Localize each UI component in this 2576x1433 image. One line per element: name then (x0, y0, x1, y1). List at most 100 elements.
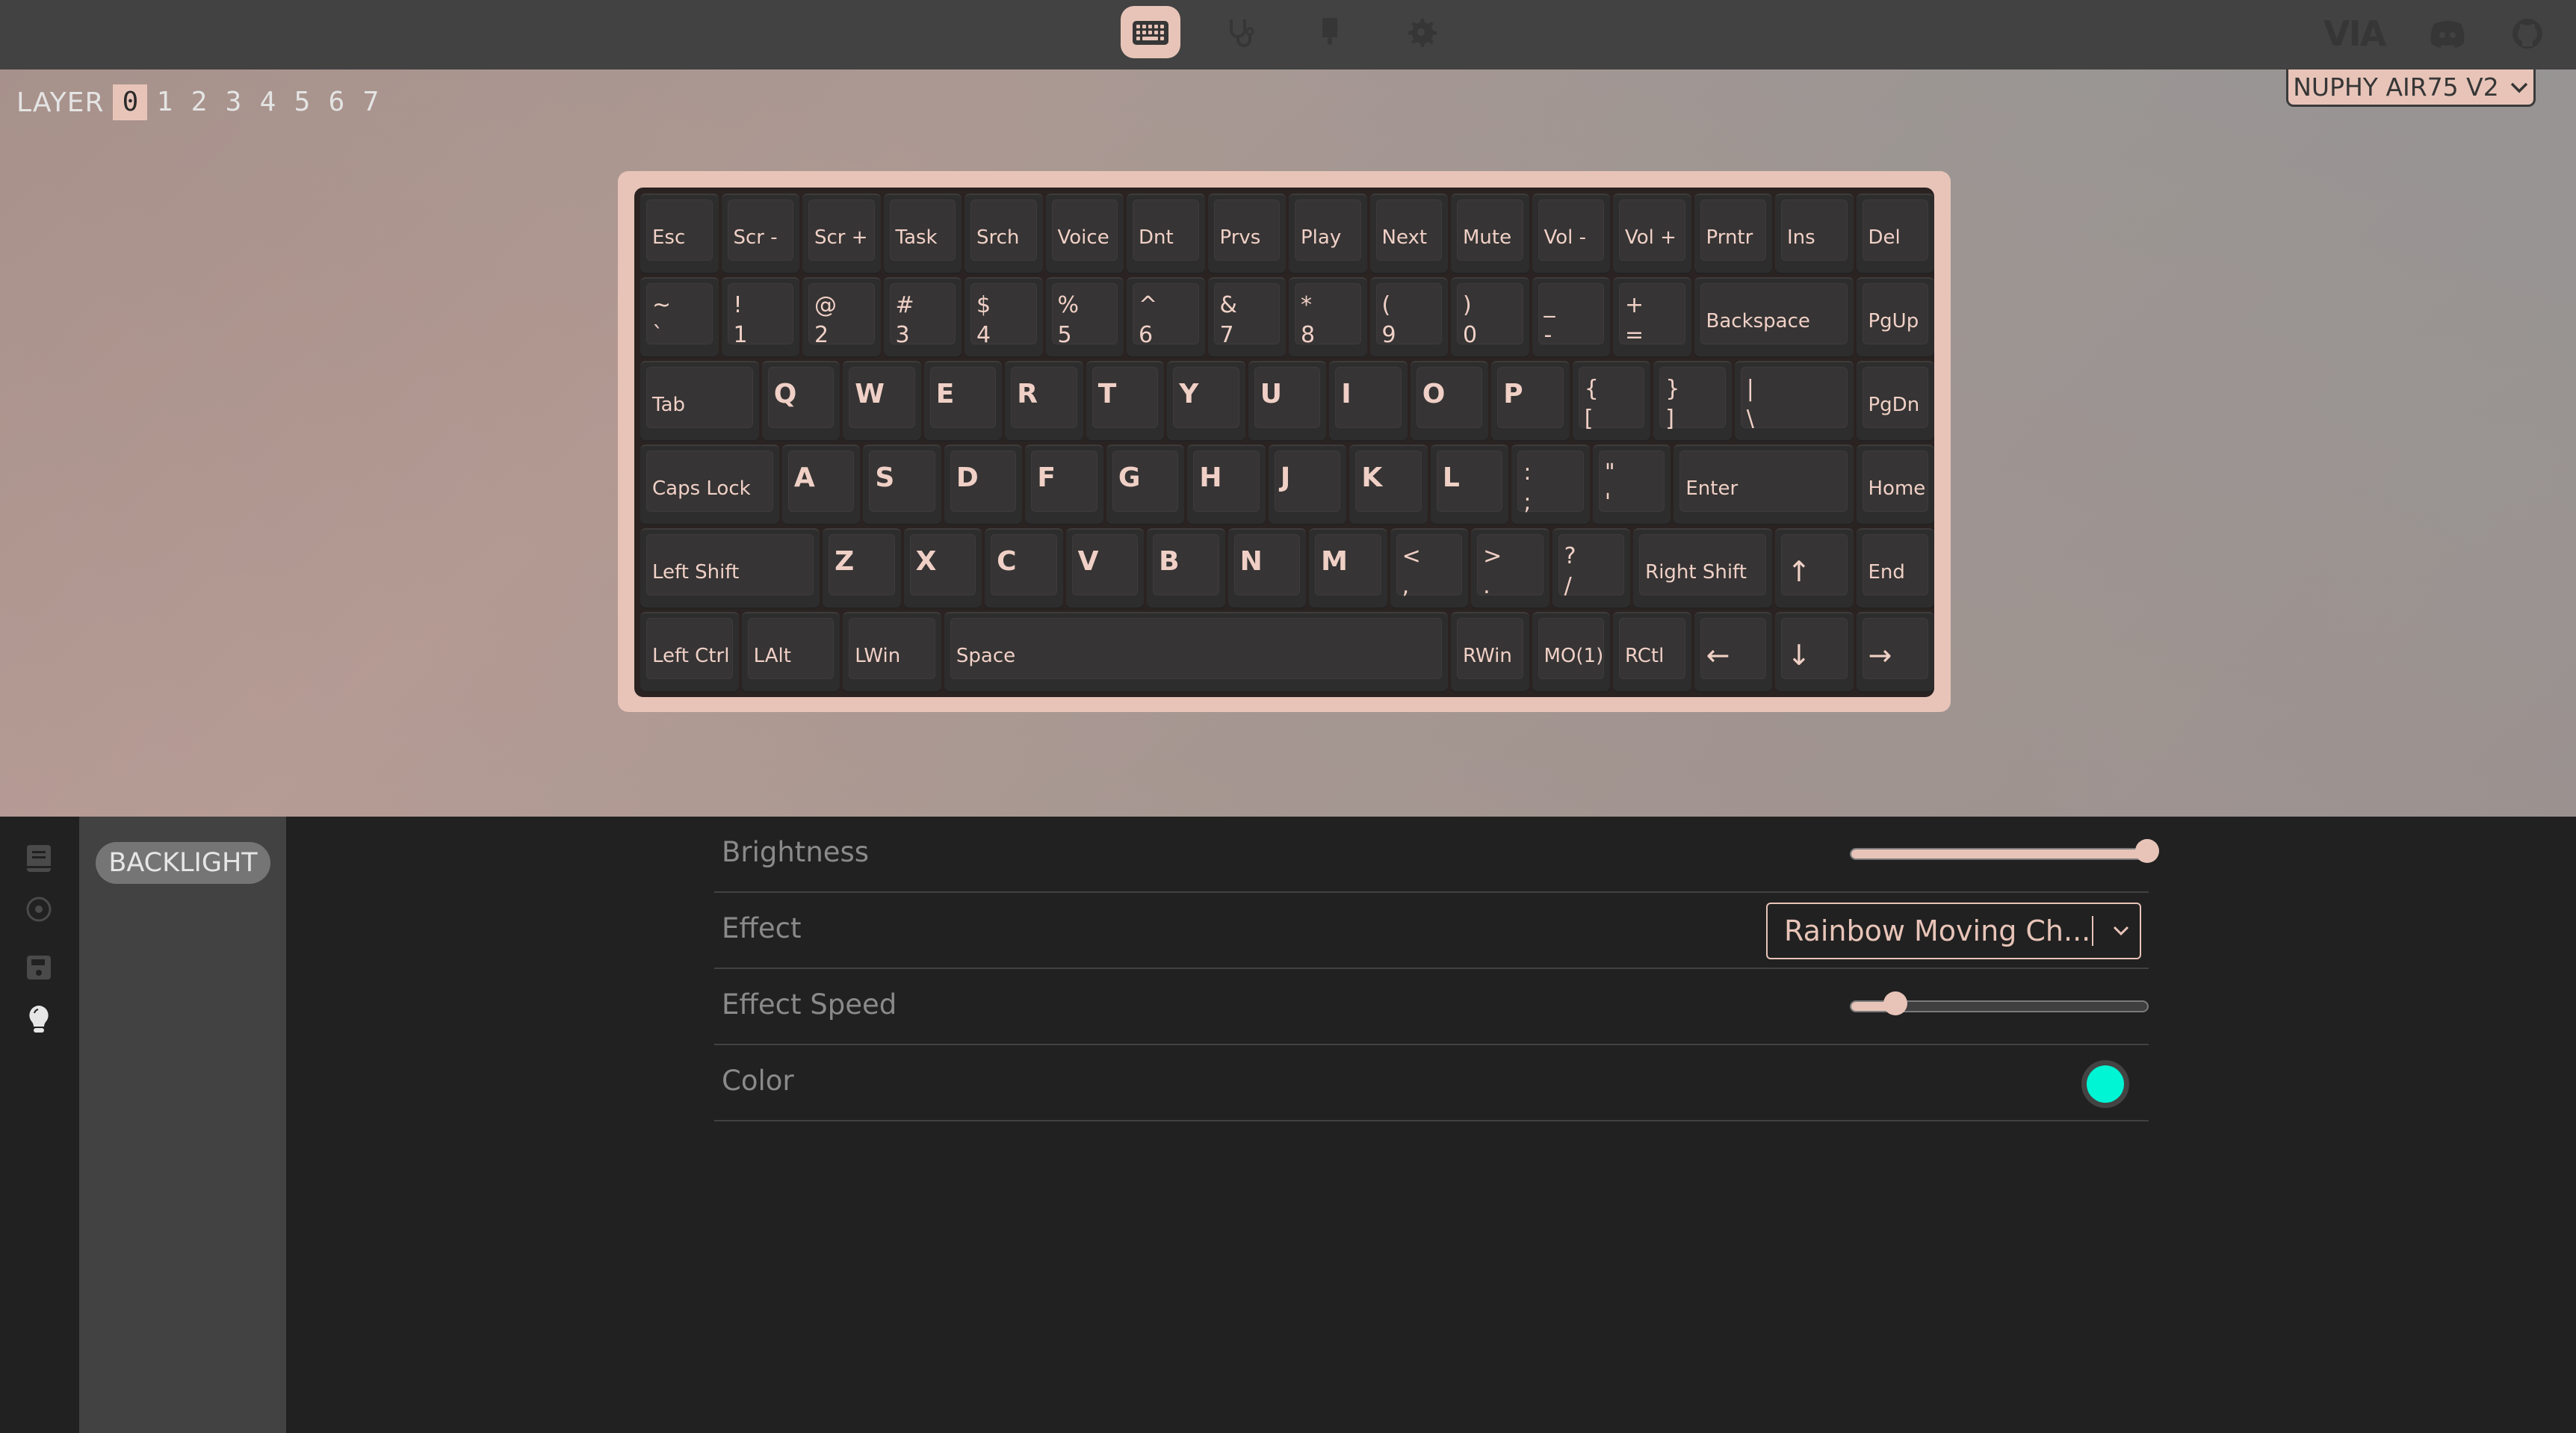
key-sym[interactable]: ~ ` (640, 277, 719, 358)
layer-0-button[interactable]: 0 (113, 84, 148, 120)
key-3[interactable]: #3 (883, 277, 962, 358)
layer-7-button[interactable]: 7 (353, 84, 388, 120)
key-prvs[interactable]: Prvs (1207, 194, 1286, 274)
key-left-ctrl[interactable]: Left Ctrl (640, 612, 739, 693)
effect-speed-slider[interactable] (1850, 991, 2149, 1015)
key-p[interactable]: P (1491, 361, 1570, 442)
key-enter[interactable]: Enter (1674, 445, 1854, 525)
nav-settings-button[interactable] (1390, 6, 1449, 58)
key-sym[interactable]: ← (1694, 612, 1772, 693)
key-voice[interactable]: Voice (1045, 194, 1124, 274)
key-sym[interactable]: ? / (1552, 528, 1631, 609)
key-s[interactable]: S (863, 445, 941, 525)
key-n[interactable]: N (1227, 528, 1307, 609)
key-vol[interactable]: Vol + (1613, 194, 1691, 274)
key-w[interactable]: W (843, 361, 921, 442)
github-icon[interactable] (2510, 16, 2545, 51)
key-sym[interactable]: | \ (1734, 361, 1854, 442)
key-rctl[interactable]: RCtl (1613, 612, 1691, 693)
key-h[interactable]: H (1187, 445, 1266, 525)
menu-item-backlight[interactable]: BACKLIGHT (96, 842, 270, 884)
key-vol[interactable]: Vol - (1532, 194, 1610, 274)
key-dnt[interactable]: Dnt (1127, 194, 1205, 274)
key-y[interactable]: Y (1167, 361, 1245, 442)
key-5[interactable]: % 5 (1045, 277, 1124, 358)
book-icon[interactable] (24, 844, 54, 873)
key-o[interactable]: O (1410, 361, 1489, 442)
key-i[interactable]: I (1329, 361, 1408, 442)
key-sym[interactable]: >. (1471, 528, 1549, 609)
key-backspace[interactable]: Backspace (1694, 277, 1854, 358)
key-tab[interactable]: Tab (640, 361, 759, 442)
key-e[interactable]: E (923, 361, 1003, 442)
brightness-slider-thumb[interactable] (2135, 839, 2159, 863)
key-pgup[interactable]: PgUp (1856, 277, 1934, 358)
layer-2-button[interactable]: 2 (182, 84, 216, 120)
key-rwin[interactable]: RWin (1451, 612, 1529, 693)
key-z[interactable]: Z (823, 528, 901, 609)
key-q[interactable]: Q (761, 361, 840, 442)
key-7[interactable]: & 7 (1207, 277, 1286, 358)
key-g[interactable]: G (1106, 445, 1185, 525)
key-sym[interactable]: ↓ (1775, 612, 1854, 693)
brightness-slider[interactable] (1850, 839, 2159, 863)
key-9[interactable]: (9 (1369, 277, 1448, 358)
key-del[interactable]: Del (1856, 194, 1934, 274)
key-space[interactable]: Space (944, 612, 1448, 693)
effect-speed-slider-thumb[interactable] (1883, 991, 1908, 1015)
key-sym[interactable]: _ - (1532, 277, 1610, 358)
key-r[interactable]: R (1005, 361, 1083, 442)
key-sym[interactable]: → (1856, 612, 1934, 693)
key-left-shift[interactable]: Left Shift (640, 528, 820, 609)
effect-select[interactable]: Rainbow Moving Ch... (1766, 903, 2141, 959)
key-srch[interactable]: Srch (965, 194, 1043, 274)
nav-test-button[interactable] (1210, 6, 1270, 58)
key-lalt[interactable]: LAlt (741, 612, 840, 693)
key-caps-lock[interactable]: Caps Lock (640, 445, 779, 525)
layer-5-button[interactable]: 5 (285, 84, 319, 120)
key-2[interactable]: @2 (802, 277, 881, 358)
key-j[interactable]: J (1268, 445, 1347, 525)
lightbulb-icon[interactable] (24, 1005, 54, 1035)
keyboard-selector[interactable]: NUPHY AIR75 V2 (2286, 69, 2536, 107)
key-k[interactable]: K (1349, 445, 1428, 525)
nav-configure-button[interactable] (1121, 6, 1180, 58)
color-picker-button[interactable] (2081, 1060, 2129, 1108)
key-sym[interactable]: :; (1511, 445, 1590, 525)
nav-design-button[interactable] (1300, 6, 1360, 58)
key-task[interactable]: Task (883, 194, 962, 274)
key-l[interactable]: L (1430, 445, 1509, 525)
key-t[interactable]: T (1086, 361, 1165, 442)
key-scr[interactable]: Scr - (721, 194, 799, 274)
key-sym[interactable]: ↑ (1775, 528, 1854, 609)
key-lwin[interactable]: LWin (843, 612, 941, 693)
key-sym[interactable]: }] (1653, 361, 1732, 442)
key-pgdn[interactable]: PgDn (1856, 361, 1934, 442)
discord-icon[interactable] (2427, 16, 2468, 51)
key-6[interactable]: ^ 6 (1127, 277, 1205, 358)
key-a[interactable]: A (781, 445, 861, 525)
key-right-shift[interactable]: Right Shift (1633, 528, 1772, 609)
key-esc[interactable]: Esc (640, 194, 719, 274)
chevron-down-icon[interactable] (2102, 925, 2140, 937)
key-play[interactable]: Play (1289, 194, 1367, 274)
key-f[interactable]: F (1025, 445, 1103, 525)
target-icon[interactable] (24, 894, 54, 924)
layer-6-button[interactable]: 6 (319, 84, 353, 120)
key-next[interactable]: Next (1369, 194, 1448, 274)
key-c[interactable]: C (985, 528, 1063, 609)
key-sym[interactable]: + = (1613, 277, 1691, 358)
key-sym[interactable]: <, (1390, 528, 1469, 609)
key-u[interactable]: U (1248, 361, 1327, 442)
key-prntr[interactable]: Prntr (1694, 194, 1772, 274)
key-x[interactable]: X (903, 528, 982, 609)
key-sym[interactable]: " ' (1592, 445, 1671, 525)
key-4[interactable]: $4 (965, 277, 1043, 358)
key-b[interactable]: B (1147, 528, 1225, 609)
key-8[interactable]: * 8 (1289, 277, 1367, 358)
via-logo[interactable]: VIA (2323, 13, 2386, 54)
layer-4-button[interactable]: 4 (250, 84, 285, 120)
key-scr[interactable]: Scr + (802, 194, 881, 274)
layer-3-button[interactable]: 3 (216, 84, 250, 120)
key-d[interactable]: D (944, 445, 1023, 525)
